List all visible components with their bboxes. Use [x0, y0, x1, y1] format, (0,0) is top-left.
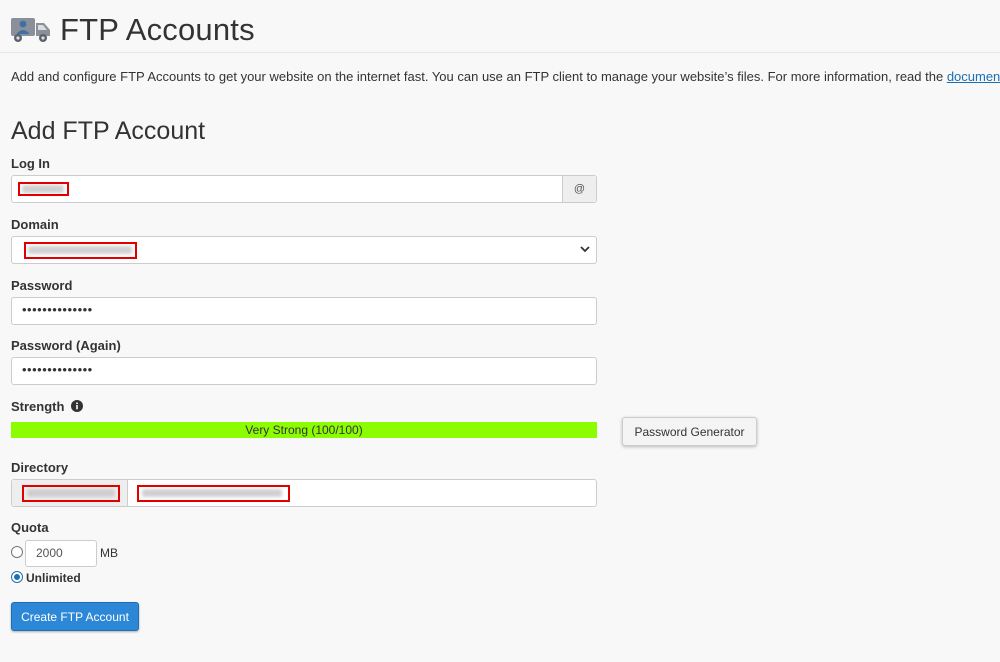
quota-unlimited-radio[interactable] — [11, 571, 23, 583]
page-header: FTP Accounts — [10, 8, 255, 52]
login-input[interactable]: @ — [11, 175, 597, 203]
directory-input[interactable] — [11, 479, 597, 507]
password-label: Password — [11, 278, 73, 293]
page-description: Add and configure FTP Accounts to get yo… — [11, 69, 1000, 84]
section-title: Add FTP Account — [11, 117, 206, 145]
strength-label: Strength — [11, 399, 84, 414]
strength-meter-text: Very Strong (100/100) — [245, 423, 363, 437]
password-generator-button[interactable]: Password Generator — [622, 417, 757, 446]
directory-label: Directory — [11, 460, 69, 475]
chevron-down-icon — [580, 246, 590, 253]
domain-label: Domain — [11, 217, 59, 232]
unlimited-label: Unlimited — [26, 571, 81, 585]
password-again-label: Password (Again) — [11, 338, 121, 353]
quota-label: Quota — [11, 520, 49, 535]
strength-label-text: Strength — [11, 399, 65, 414]
redaction-box — [137, 485, 290, 502]
redaction-box — [18, 182, 69, 196]
password-again-input[interactable]: •••••••••••••• — [11, 357, 597, 385]
redaction-box — [24, 242, 137, 259]
create-ftp-account-button[interactable]: Create FTP Account — [11, 602, 139, 631]
login-at-addon: @ — [562, 176, 596, 202]
password-input[interactable]: •••••••••••••• — [11, 297, 597, 325]
quota-unit: MB — [100, 546, 118, 560]
page-title: FTP Accounts — [60, 12, 255, 47]
password-value: •••••••••••••• — [22, 302, 93, 317]
description-text: Add and configure FTP Accounts to get yo… — [11, 69, 947, 84]
info-icon[interactable] — [71, 400, 84, 412]
header-divider — [0, 52, 1000, 53]
strength-meter: Very Strong (100/100) — [11, 422, 597, 438]
password-again-value: •••••••••••••• — [22, 362, 93, 377]
login-label: Log In — [11, 156, 50, 171]
quota-limit-radio[interactable] — [11, 546, 23, 558]
redaction-box — [22, 485, 120, 502]
documentation-link[interactable]: documentation — [947, 69, 1000, 84]
ftp-truck-icon — [11, 18, 50, 42]
quota-input[interactable]: 2000 — [25, 540, 97, 567]
domain-select[interactable] — [11, 236, 597, 264]
